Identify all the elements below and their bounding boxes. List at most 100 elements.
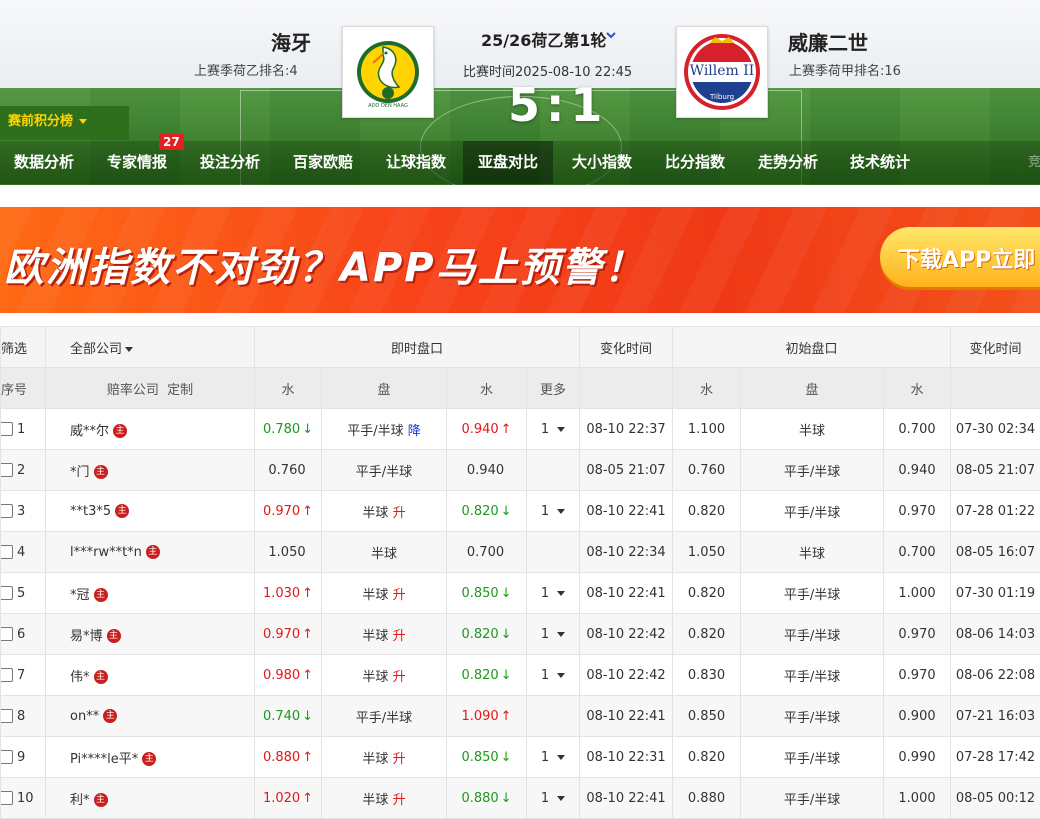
trend-arrow-icon: ↓	[302, 422, 313, 437]
initial-change-time: 07-28 17:42	[951, 737, 1040, 778]
table-row[interactable]: 1威**尔主0.780↓平手/半球 降0.940↑108-10 22:371.1…	[1, 409, 1040, 450]
table-row[interactable]: 9Pi****le平*主0.880↑半球 升0.850↓108-10 22:31…	[1, 737, 1040, 778]
seq-cell[interactable]: 8	[1, 696, 46, 737]
away-logo-text: Willem II	[677, 63, 767, 79]
tab-euro-odds[interactable]: 百家欧赔	[279, 141, 367, 184]
initial-change-time: 08-06 14:03	[951, 614, 1040, 655]
change-time: 08-10 22:41	[580, 778, 673, 819]
table-row[interactable]: 10利*主1.020↑半球 升0.880↓108-10 22:410.880平手…	[1, 778, 1040, 819]
initial-change-time: 08-06 22:08	[951, 655, 1040, 696]
tab-over-under[interactable]: 大小指数	[558, 141, 646, 184]
initial-handicap: 半球	[741, 532, 884, 573]
match-header: 海牙 上赛季荷乙排名:4 ADO DEN HAAG 25/26荷乙第1轮 比赛时…	[0, 0, 1040, 185]
company-cell[interactable]: 伟*主	[46, 655, 255, 696]
row-checkbox[interactable]	[1, 422, 14, 436]
handicap-value: 平手/半球	[356, 711, 412, 726]
seq-cell[interactable]: 6	[1, 614, 46, 655]
more-cell[interactable]	[527, 696, 580, 737]
change-time-header: 变化时间	[580, 327, 673, 368]
more-cell[interactable]: 1	[527, 778, 580, 819]
initial-water: 1.100	[673, 409, 741, 450]
water-cell: 0.740↓	[255, 696, 322, 737]
tab-expert-info[interactable]: 专家情报 27	[93, 141, 181, 184]
home-team-name[interactable]: 海牙	[271, 27, 311, 56]
seq-number: 3	[17, 504, 25, 519]
tab-bet-analysis[interactable]: 投注分析	[186, 141, 274, 184]
table-row[interactable]: 4l***rw**t*n主1.050半球0.70008-10 22:341.05…	[1, 532, 1040, 573]
download-app-button[interactable]: 下载APP立即	[880, 227, 1040, 287]
more-cell[interactable]	[527, 532, 580, 573]
tab-tech-stats[interactable]: 技术统计	[836, 141, 924, 184]
table-row[interactable]: 2*门主0.760平手/半球0.94008-05 21:070.760平手/半球…	[1, 450, 1040, 491]
company-header: 赔率公司 定制	[46, 368, 255, 409]
round-selector[interactable]: 25/26荷乙第1轮	[481, 27, 607, 51]
company-name: **t3*5	[70, 504, 111, 519]
tab-overflow[interactable]: 竞	[1028, 141, 1040, 184]
initial-water: 0.830	[673, 655, 741, 696]
table-row[interactable]: 8on**主0.740↓平手/半球1.090↑08-10 22:410.850平…	[1, 696, 1040, 737]
tab-score-index[interactable]: 比分指数	[651, 141, 739, 184]
row-checkbox[interactable]	[1, 504, 14, 518]
company-cell[interactable]: l***rw**t*n主	[46, 532, 255, 573]
row-checkbox[interactable]	[1, 586, 14, 600]
row-checkbox[interactable]	[1, 709, 14, 723]
tab-asian-handicap[interactable]: 亚盘对比	[463, 141, 553, 184]
row-checkbox[interactable]	[1, 750, 14, 764]
seq-cell[interactable]: 4	[1, 532, 46, 573]
table-row[interactable]: 5*冠主1.030↑半球 升0.850↓108-10 22:410.820平手/…	[1, 573, 1040, 614]
company-cell[interactable]: **t3*5主	[46, 491, 255, 532]
initial-water-2: 1.000	[884, 778, 951, 819]
seq-cell[interactable]: 2	[1, 450, 46, 491]
row-checkbox[interactable]	[1, 791, 14, 805]
company-cell[interactable]: 利*主	[46, 778, 255, 819]
more-cell[interactable]: 1	[527, 655, 580, 696]
seq-cell[interactable]: 10	[1, 778, 46, 819]
home-team-logo[interactable]: ADO DEN HAAG	[342, 26, 434, 118]
handicap-cell: 平手/半球	[322, 450, 447, 491]
company-cell[interactable]: Pi****le平*主	[46, 737, 255, 778]
chevron-down-icon[interactable]	[606, 30, 616, 40]
more-cell[interactable]	[527, 450, 580, 491]
seq-cell[interactable]: 9	[1, 737, 46, 778]
initial-water-2: 0.970	[884, 614, 951, 655]
change-time: 08-05 21:07	[580, 450, 673, 491]
standings-dropdown[interactable]: 赛前积分榜	[0, 106, 129, 140]
change-time: 08-10 22:37	[580, 409, 673, 450]
initial-odds-header: 初始盘口	[673, 327, 951, 368]
table-row[interactable]: 7伟*主0.980↑半球 升0.820↓108-10 22:420.830平手/…	[1, 655, 1040, 696]
company-cell[interactable]: 易*博主	[46, 614, 255, 655]
row-checkbox[interactable]	[1, 463, 14, 477]
more-cell[interactable]: 1	[527, 737, 580, 778]
table-row[interactable]: 3**t3*5主0.970↑半球 升0.820↓108-10 22:410.82…	[1, 491, 1040, 532]
all-companies-dropdown[interactable]: 全部公司	[46, 327, 255, 368]
company-cell[interactable]: *门主	[46, 450, 255, 491]
seq-cell[interactable]: 1	[1, 409, 46, 450]
custom-link[interactable]: 定制	[167, 383, 193, 398]
row-checkbox[interactable]	[1, 668, 14, 682]
row-checkbox[interactable]	[1, 545, 14, 559]
more-cell[interactable]: 1	[527, 491, 580, 532]
initial-handicap: 平手/半球	[741, 778, 884, 819]
main-icon: 主	[94, 670, 108, 684]
away-team-logo[interactable]: Willem II Tilburg	[676, 26, 768, 118]
filter-header[interactable]: 筛选	[1, 327, 46, 368]
more-cell[interactable]: 1	[527, 409, 580, 450]
seq-cell[interactable]: 5	[1, 573, 46, 614]
more-cell[interactable]: 1	[527, 614, 580, 655]
seq-cell[interactable]: 3	[1, 491, 46, 532]
odds-table: 筛选 全部公司 即时盘口 变化时间 初始盘口 变化时间 序号 赔率公司 定制 水…	[0, 326, 1040, 819]
more-count: 1	[541, 668, 549, 683]
trend-arrow-icon: ↑	[302, 504, 313, 519]
company-cell[interactable]: 威**尔主	[46, 409, 255, 450]
row-checkbox[interactable]	[1, 627, 14, 641]
company-cell[interactable]: *冠主	[46, 573, 255, 614]
initial-water-2: 0.970	[884, 655, 951, 696]
company-cell[interactable]: on**主	[46, 696, 255, 737]
tab-trend-analysis[interactable]: 走势分析	[744, 141, 832, 184]
table-row[interactable]: 6易*博主0.970↑半球 升0.820↓108-10 22:420.820平手…	[1, 614, 1040, 655]
away-team-name[interactable]: 威廉二世	[788, 27, 868, 56]
tab-handicap-index[interactable]: 让球指数	[372, 141, 460, 184]
tab-data-analysis[interactable]: 数据分析	[0, 141, 88, 184]
seq-cell[interactable]: 7	[1, 655, 46, 696]
more-cell[interactable]: 1	[527, 573, 580, 614]
